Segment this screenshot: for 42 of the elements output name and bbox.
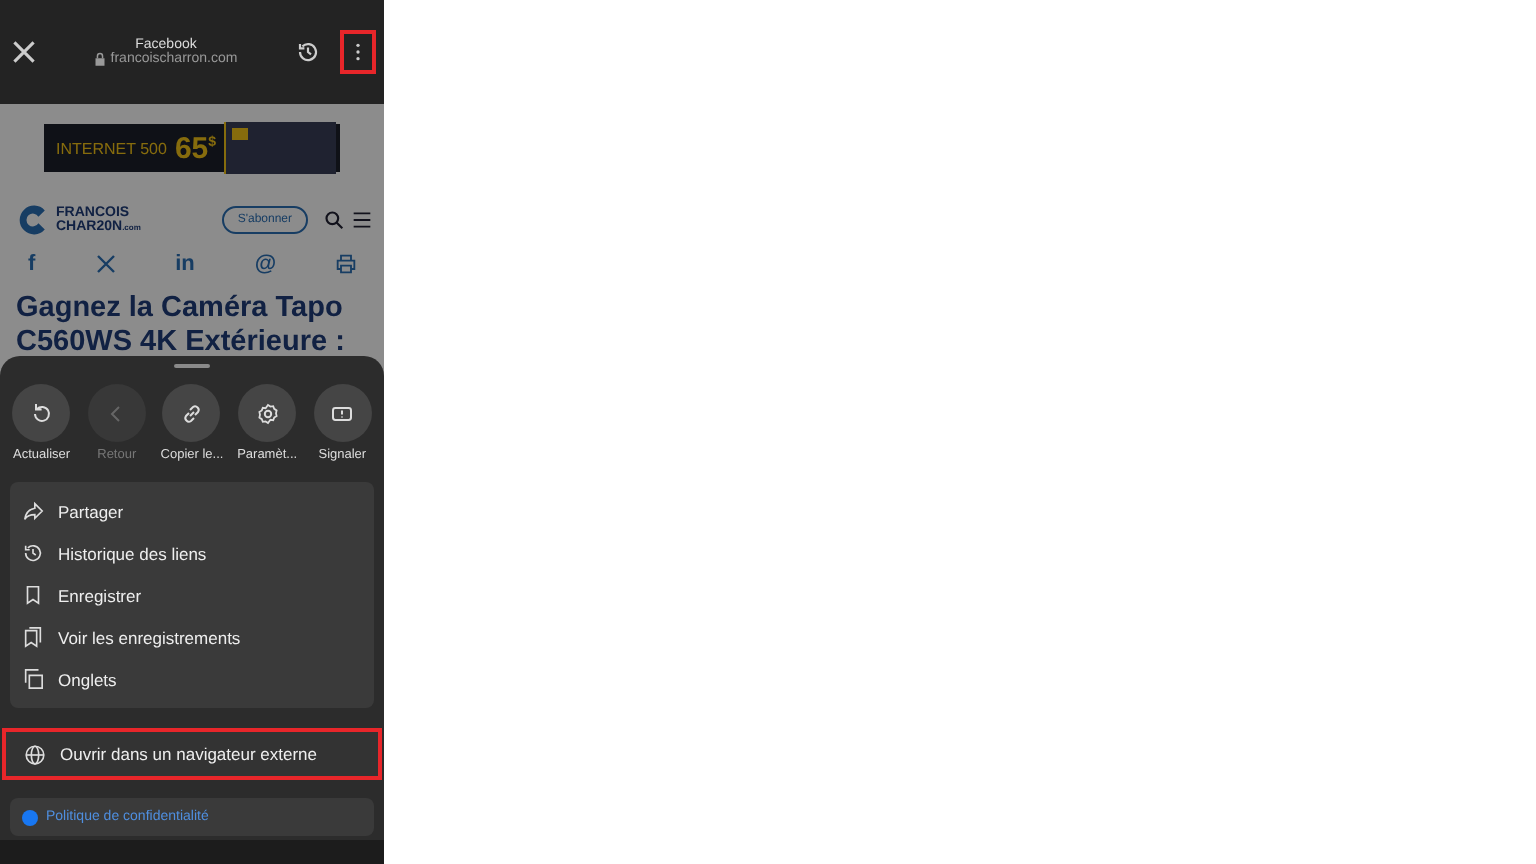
logo-icon [16,204,48,236]
close-icon[interactable] [12,40,36,64]
tabs-icon [22,668,44,690]
history-icon[interactable] [296,40,320,64]
report-icon [330,401,355,425]
menu-item[interactable]: Partager [10,490,374,532]
menu-item-label: Partager [58,501,124,521]
settings-icon [255,401,280,425]
globe-icon [24,743,46,765]
menu-item-label: Ouvrir dans un navigateur externe [60,744,318,764]
printer-icon[interactable] [336,254,356,274]
bookmarks-icon [22,626,44,648]
menu-item[interactable]: Enregistrer [10,574,374,616]
action-button[interactable] [12,384,71,442]
ad-banner[interactable]: INTERNET 500 65$^{$}$ [44,124,340,172]
history-icon [22,542,44,564]
action-button[interactable] [313,384,372,442]
drag-handle[interactable] [174,364,210,368]
menu-item-label: Enregistrer [58,585,142,605]
more-button[interactable] [340,30,376,74]
x-icon[interactable] [95,254,116,274]
bookmark-icon [22,584,44,606]
refresh-icon [29,401,54,425]
menu-item-label: Voir les enregistrements [58,627,241,647]
lock-icon [94,52,107,66]
link-icon [179,401,204,425]
article-headline: Gagnez la Caméra Tapo C560WS 4K Extérieure : [16,292,347,360]
share-icon [22,500,44,522]
menu-icon[interactable] [352,210,372,230]
menu-item[interactable]: Voir les enregistrements [10,616,374,658]
search-icon[interactable] [324,210,344,230]
menu-item-label: Onglets [58,669,117,689]
action-button[interactable] [162,384,221,442]
ad-price: 65$^{$}$ [174,131,217,165]
more-icon [354,42,362,62]
action-button[interactable] [238,384,297,442]
menu-item[interactable]: Historique des liens [10,532,374,574]
ad-video-panel [224,122,336,174]
ad-text: INTERNET 500 [56,139,167,157]
menu-item[interactable]: Onglets [10,658,374,700]
external-browser-item[interactable]: Ouvrir dans un navigateur externe [2,728,382,780]
menu-item-label: Historique des liens [58,543,207,563]
